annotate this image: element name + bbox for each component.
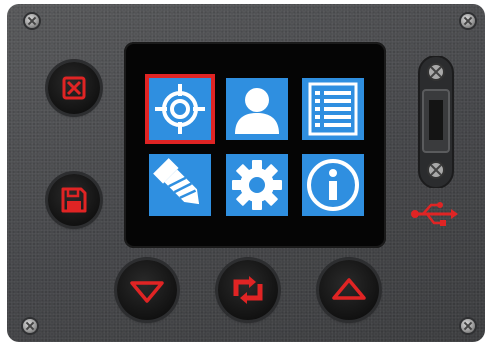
screw-drill-icon xyxy=(153,158,200,205)
screw-bottom-left xyxy=(23,319,37,333)
screw-top-right xyxy=(461,14,475,28)
menu-tile-user[interactable] xyxy=(226,78,288,140)
usb-port-housing xyxy=(418,55,454,189)
crosshair-target-icon xyxy=(155,84,205,134)
cancel-button[interactable] xyxy=(48,62,100,114)
save-button[interactable] xyxy=(48,174,100,226)
menu-tile-target[interactable] xyxy=(149,78,211,140)
screw-bottom-right xyxy=(461,319,475,333)
menu-tile-info[interactable] xyxy=(302,154,364,216)
triangle-down-icon xyxy=(130,281,164,303)
gear-icon xyxy=(232,160,282,210)
usb-port-bracket xyxy=(411,55,461,189)
floppy-disk-icon xyxy=(61,187,87,213)
device-panel xyxy=(7,4,485,342)
refresh-arrows-icon xyxy=(233,276,263,304)
usb-icon xyxy=(411,202,458,226)
screw-top-left xyxy=(25,14,39,28)
menu-tile-tool[interactable] xyxy=(149,154,211,216)
up-button[interactable] xyxy=(319,260,379,320)
refresh-button[interactable] xyxy=(218,260,278,320)
menu-tile-list[interactable] xyxy=(302,78,364,140)
checklist-icon xyxy=(308,82,358,136)
menu-tile-settings[interactable] xyxy=(226,154,288,216)
down-button[interactable] xyxy=(117,260,177,320)
info-icon xyxy=(307,159,359,211)
display-screen xyxy=(124,42,386,248)
triangle-up-icon xyxy=(332,278,366,300)
close-x-icon xyxy=(62,76,86,100)
user-profile-icon xyxy=(235,88,279,134)
